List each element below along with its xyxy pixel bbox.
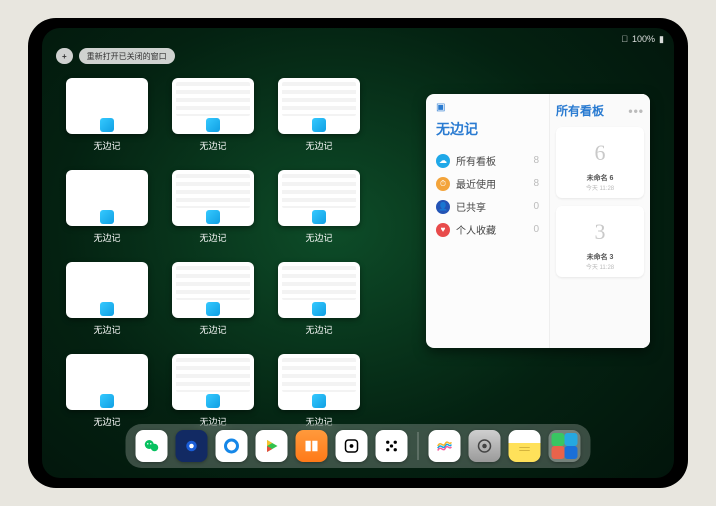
sidebar-item-count: 8	[533, 178, 539, 189]
window-thumb[interactable]: 无边记	[66, 262, 148, 336]
sidebar-item-count: 8	[533, 155, 539, 166]
window-preview[interactable]	[66, 170, 148, 226]
dock-app-notes[interactable]	[509, 430, 541, 462]
window-thumb[interactable]: 无边记	[172, 170, 254, 244]
window-preview[interactable]	[172, 170, 254, 226]
dock-app-wechat[interactable]	[136, 430, 168, 462]
window-thumb[interactable]: 无边记	[172, 78, 254, 152]
screen: 􀙇 100% ▮ + 重新打开已关闭的窗口 无边记无边记无边记无边记无边记无边记…	[42, 28, 674, 478]
sidebar-item-icon: ♥	[436, 223, 450, 237]
add-window-button[interactable]: +	[56, 48, 73, 64]
top-pills: + 重新打开已关闭的窗口	[56, 48, 175, 64]
window-preview[interactable]	[172, 262, 254, 318]
board-subtitle: 今天 11:28	[586, 262, 614, 271]
window-thumb[interactable]: 无边记	[66, 354, 148, 428]
reopen-closed-window-button[interactable]: 重新打开已关闭的窗口	[79, 48, 175, 64]
board-sketch: 6	[577, 133, 623, 173]
panel-topbar: ▣	[436, 102, 539, 113]
window-preview[interactable]	[66, 262, 148, 318]
sidebar-item[interactable]: ☁ 所有看板 8	[436, 149, 539, 172]
dock-app-play[interactable]	[256, 430, 288, 462]
window-label: 无边记	[199, 323, 226, 336]
board-card[interactable]: 3未命名 3今天 11:28	[556, 206, 644, 277]
dock-app-dice[interactable]	[336, 430, 368, 462]
board-title: 未命名 6	[587, 173, 614, 183]
window-label: 无边记	[93, 231, 120, 244]
dock-app-freeform[interactable]	[429, 430, 461, 462]
dock-separator	[418, 432, 419, 460]
window-preview[interactable]	[278, 78, 360, 134]
window-label: 无边记	[305, 323, 332, 336]
window-label: 无边记	[93, 415, 120, 428]
sidebar-item-icon: 👤	[436, 200, 450, 214]
board-card[interactable]: 6未命名 6今天 11:28	[556, 127, 644, 198]
panel-right-title: 所有看板	[556, 102, 604, 119]
dock-app-hex[interactable]	[376, 430, 408, 462]
panel-app-title: 无边记	[436, 119, 539, 139]
sidebar-item-label: 已共享	[456, 199, 486, 214]
window-preview[interactable]	[66, 354, 148, 410]
sidebar-item-count: 0	[533, 224, 539, 235]
window-label: 无边记	[199, 231, 226, 244]
sidebar-item-icon: ⏱	[436, 177, 450, 191]
sidebar-icon[interactable]: ▣	[436, 102, 445, 113]
status-right: 􀙇 100% ▮	[621, 34, 664, 45]
freeform-panel[interactable]: ▣ 无边记 ☁ 所有看板 8 ⏱ 最近使用 8 👤 已共享 0 ♥ 个人收藏 0 所有看板 ••• 6…	[426, 94, 650, 348]
window-thumb[interactable]: 无边记	[66, 170, 148, 244]
board-title: 未命名 3	[587, 252, 614, 262]
window-thumb[interactable]: 无边记	[278, 78, 360, 152]
dock-app-browser[interactable]	[216, 430, 248, 462]
window-label: 无边记	[305, 231, 332, 244]
window-preview[interactable]	[278, 170, 360, 226]
battery-icon: ▮	[659, 34, 664, 45]
dock-app-settings[interactable]	[469, 430, 501, 462]
ipad-frame: 􀙇 100% ▮ + 重新打开已关闭的窗口 无边记无边记无边记无边记无边记无边记…	[28, 18, 688, 488]
window-label: 无边记	[93, 323, 120, 336]
window-thumb[interactable]: 无边记	[66, 78, 148, 152]
dock-app-search[interactable]	[176, 430, 208, 462]
board-sketch: 3	[577, 212, 623, 252]
sidebar-item[interactable]: ♥ 个人收藏 0	[436, 218, 539, 241]
window-preview[interactable]	[278, 262, 360, 318]
window-thumb[interactable]: 无边记	[172, 262, 254, 336]
window-thumb[interactable]: 无边记	[278, 170, 360, 244]
sidebar-item[interactable]: ⏱ 最近使用 8	[436, 172, 539, 195]
sidebar-item-label: 最近使用	[456, 176, 496, 191]
wifi-icon: 􀙇	[621, 34, 628, 44]
panel-sidebar: ▣ 无边记 ☁ 所有看板 8 ⏱ 最近使用 8 👤 已共享 0 ♥ 个人收藏 0	[426, 94, 550, 348]
window-label: 无边记	[305, 139, 332, 152]
window-preview[interactable]	[66, 78, 148, 134]
sidebar-item-count: 0	[533, 201, 539, 212]
sidebar-item[interactable]: 👤 已共享 0	[436, 195, 539, 218]
sidebar-item-label: 个人收藏	[456, 222, 496, 237]
dock-app-books[interactable]	[296, 430, 328, 462]
window-thumb[interactable]: 无边记	[172, 354, 254, 428]
dock-app-multi[interactable]	[549, 430, 581, 462]
more-icon[interactable]: •••	[628, 104, 644, 118]
sidebar-item-icon: ☁	[436, 154, 450, 168]
status-bar: 􀙇 100% ▮	[52, 32, 664, 46]
window-thumb[interactable]: 无边记	[278, 262, 360, 336]
board-subtitle: 今天 11:28	[586, 183, 614, 192]
window-overview-grid: 无边记无边记无边记无边记无边记无边记无边记无边记无边记无边记无边记无边记	[66, 78, 426, 428]
window-preview[interactable]	[172, 354, 254, 410]
window-preview[interactable]	[278, 354, 360, 410]
sidebar-item-label: 所有看板	[456, 153, 496, 168]
window-thumb[interactable]: 无边记	[278, 354, 360, 428]
window-label: 无边记	[93, 139, 120, 152]
window-preview[interactable]	[172, 78, 254, 134]
battery-label: 100%	[632, 34, 655, 44]
window-label: 无边记	[199, 139, 226, 152]
dock	[126, 424, 591, 468]
panel-boards: 所有看板 ••• 6未命名 6今天 11:283未命名 3今天 11:28	[550, 94, 650, 348]
